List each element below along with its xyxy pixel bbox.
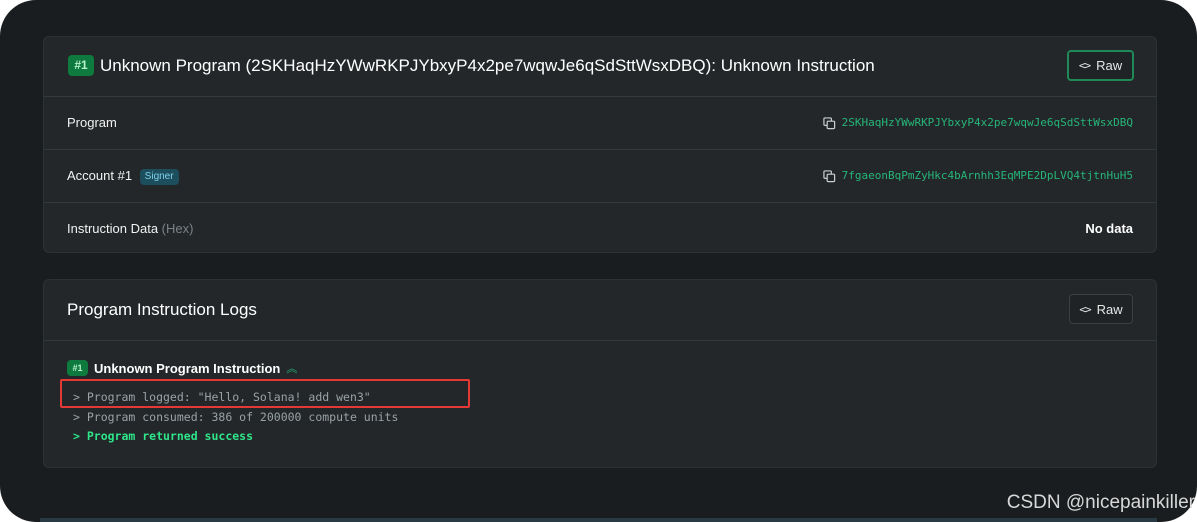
raw-label: Raw: [1096, 301, 1123, 317]
instruction-data-value: No data: [1085, 221, 1133, 236]
account-label-group: Account #1 Signer: [67, 167, 179, 185]
copy-icon[interactable]: [822, 116, 836, 130]
logs-card: Program Instruction Logs <> Raw #1 Unkno…: [43, 279, 1157, 468]
log-line: > Program consumed: 386 of 200000 comput…: [73, 410, 399, 424]
explorer-frame: #1 Unknown Program (2SKHaqHzYWwRKPJYbxyP…: [0, 0, 1197, 522]
log-entry-header[interactable]: #1 Unknown Program Instruction ︽: [67, 360, 297, 376]
program-label: Program: [67, 115, 117, 130]
program-row: Program 2SKHaqHzYWwRKPJYbxyP4x2pe7wqwJe6…: [44, 97, 1156, 150]
program-address[interactable]: 2SKHaqHzYWwRKPJYbxyP4x2pe7wqwJe6qSdSttWs…: [822, 114, 1133, 132]
chevrons-up-icon[interactable]: ︽: [286, 360, 297, 376]
code-icon: <>: [1078, 59, 1091, 72]
instruction-data-label-group: Instruction Data (Hex): [67, 220, 193, 238]
log-entry-title: Unknown Program Instruction: [94, 360, 281, 376]
instruction-raw-button[interactable]: <> Raw: [1067, 50, 1134, 81]
raw-label: Raw: [1096, 58, 1123, 73]
logs-title: Program Instruction Logs: [67, 300, 257, 319]
account-address[interactable]: 7fgaeonBqPmZyHkc4bArnhh3EqMPE2DpLVQ4tjtn…: [822, 167, 1133, 185]
watermark: CSDN @nicepainkiller: [1006, 492, 1195, 513]
program-address-text[interactable]: 2SKHaqHzYWwRKPJYbxyP4x2pe7wqwJe6qSdSttWs…: [842, 114, 1133, 132]
account-address-text[interactable]: 7fgaeonBqPmZyHkc4bArnhh3EqMPE2DpLVQ4tjtn…: [842, 167, 1133, 185]
instruction-data-row: Instruction Data (Hex) No data: [44, 203, 1156, 255]
account-row: Account #1 Signer 7fgaeonBqPmZyHkc4bArnh…: [44, 150, 1156, 203]
signer-badge: Signer: [139, 169, 179, 185]
red-highlight-box: [60, 379, 470, 408]
log-index-badge: #1: [67, 360, 88, 376]
instruction-data-label: Instruction Data: [67, 221, 159, 236]
bottom-strip: [40, 518, 1157, 522]
log-line-success: > Program returned success: [73, 429, 254, 443]
instruction-card: #1 Unknown Program (2SKHaqHzYWwRKPJYbxyP…: [43, 36, 1157, 253]
code-icon: <>: [1079, 302, 1091, 316]
copy-icon[interactable]: [822, 169, 836, 183]
instruction-card-header: #1 Unknown Program (2SKHaqHzYWwRKPJYbxyP…: [44, 37, 1156, 97]
hex-hint: (Hex): [161, 221, 194, 236]
account-label: Account #1: [67, 168, 133, 183]
instruction-index-badge: #1: [68, 55, 94, 76]
logs-card-header: Program Instruction Logs <> Raw: [44, 280, 1156, 341]
instruction-title: Unknown Program (2SKHaqHzYWwRKPJYbxyP4x2…: [100, 56, 875, 75]
logs-raw-button[interactable]: <> Raw: [1069, 294, 1133, 324]
